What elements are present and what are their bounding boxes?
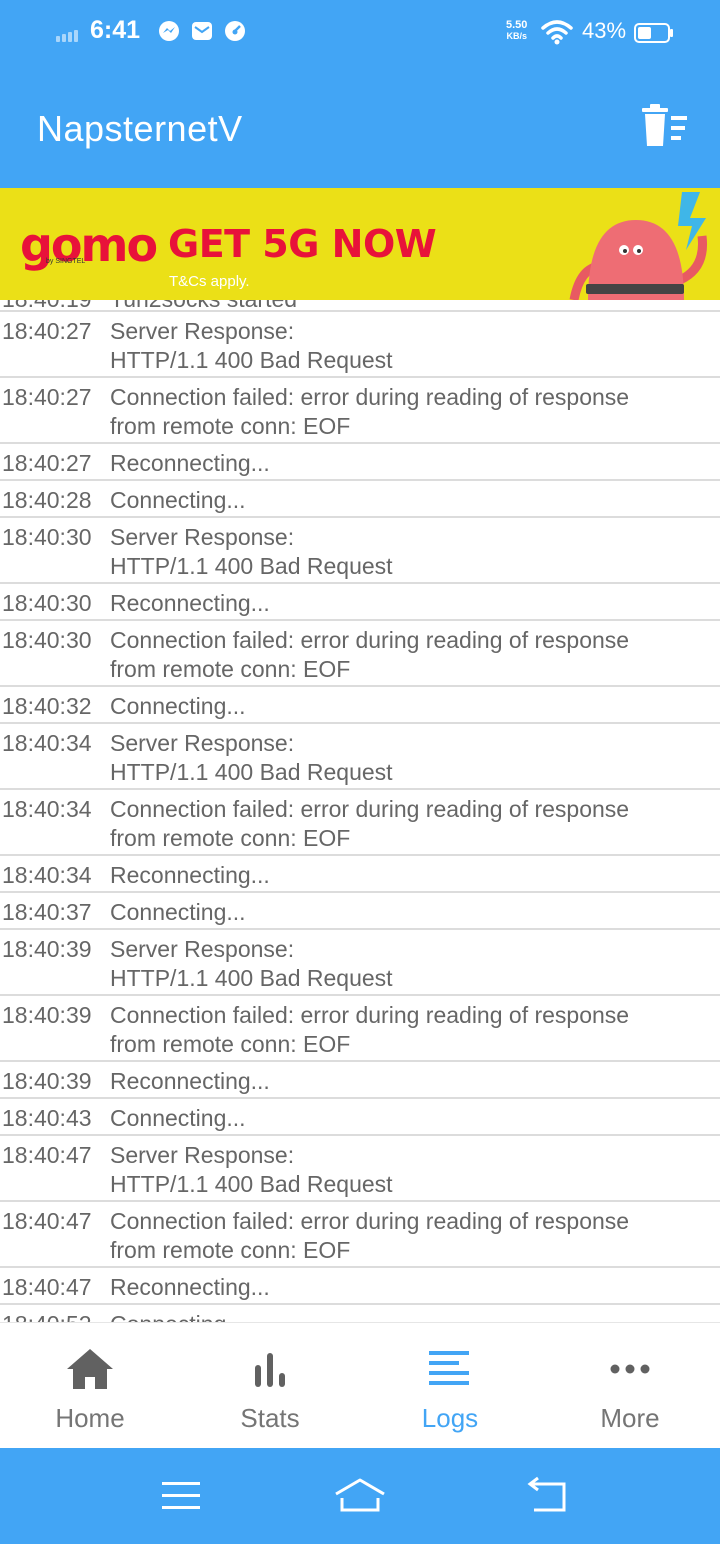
log-message: Server Response: HTTP/1.1 400 Bad Reques… — [110, 1142, 393, 1197]
messenger-icon — [159, 21, 179, 41]
nav-home[interactable]: Home — [0, 1323, 180, 1449]
log-time: 18:40:30 — [2, 590, 92, 616]
menu-icon[interactable] — [154, 1476, 210, 1516]
signal-icon — [56, 30, 78, 42]
log-row: 18:40:28 Connecting... — [0, 481, 720, 518]
log-message: Server Response: HTTP/1.1 400 Bad Reques… — [110, 936, 393, 991]
ad-terms: T&Cs apply. — [169, 273, 250, 290]
log-message: Reconnecting... — [110, 1068, 270, 1094]
log-message: Connecting... — [110, 1310, 720, 1322]
log-message: Connection failed: error during reading … — [110, 1002, 630, 1057]
ad-mascot-icon — [569, 192, 708, 300]
wifi-icon — [541, 20, 573, 45]
log-time: 18:40:47 — [2, 1274, 92, 1300]
trash-list-icon — [642, 104, 687, 146]
log-time: 18:40:30 — [2, 524, 92, 550]
log-message: Connecting... — [110, 1105, 246, 1131]
log-row: 18:40:34 Connection failed: error during … — [0, 790, 720, 856]
log-time: 18:40:39 — [2, 1068, 92, 1094]
log-row: 18:40:39 Server Response: HTTP/1.1 400 Ba… — [0, 930, 720, 996]
log-message: Reconnecting... — [110, 590, 270, 616]
battery-percent: 43% — [582, 18, 627, 43]
log-time: 18:40:34 — [2, 730, 92, 756]
log-time: 18:40:39 — [2, 1002, 92, 1028]
log-time: 18:40:30 — [2, 627, 92, 653]
nav-stats[interactable]: Stats — [180, 1323, 360, 1449]
clear-logs-button[interactable] — [638, 102, 694, 154]
log-time: 18:40:28 — [2, 487, 92, 513]
log-message: Connection failed: error during reading … — [110, 384, 630, 439]
log-row-partial: 18:40:19 Tun2socks started — [0, 300, 720, 312]
log-time: 18:40:27 — [2, 450, 92, 476]
log-time: 18:40:34 — [2, 862, 92, 888]
log-time: 18:40:27 — [2, 384, 92, 410]
bar-chart-icon — [255, 1353, 285, 1387]
home-button-icon[interactable] — [332, 1476, 388, 1516]
log-time: 18:40:47 — [2, 1142, 92, 1168]
log-message: Connection failed: error during reading … — [110, 1208, 630, 1263]
status-bar: 6:41 5.50 KB/s 43% — [0, 0, 720, 64]
ad-headline: GET 5G NOW — [168, 222, 437, 266]
log-message: Connecting... — [110, 693, 246, 719]
status-time: 6:41 — [90, 16, 141, 44]
network-speed: 5.50 KB/s — [506, 19, 528, 42]
log-message: Reconnecting... — [110, 862, 270, 888]
ad-logo: gomo — [20, 218, 158, 272]
log-row: 18:40:27 Reconnecting... — [0, 444, 720, 481]
home-icon — [67, 1349, 113, 1389]
log-message: Connecting... — [110, 487, 246, 513]
app-title: NapsternetV — [37, 108, 243, 149]
log-time: 18:40:52 — [2, 1310, 92, 1322]
log-time: 18:40:43 — [2, 1105, 92, 1131]
log-row: 18:40:30 Reconnecting... — [0, 584, 720, 621]
log-row: 18:40:30 Server Response: HTTP/1.1 400 Ba… — [0, 518, 720, 584]
log-time: 18:40:47 — [2, 1208, 92, 1234]
log-time: 18:40:27 — [2, 318, 92, 344]
log-time: 18:40:37 — [2, 899, 92, 925]
gauge-icon — [225, 21, 245, 41]
ad-logo-sub: by SINGTEL — [46, 258, 86, 265]
log-row: 18:40:47 Server Response: HTTP/1.1 400 Ba… — [0, 1136, 720, 1202]
log-row: 18:40:39 Connection failed: error during … — [0, 996, 720, 1062]
log-message: Server Response: HTTP/1.1 400 Bad Reques… — [110, 730, 393, 785]
log-message: Reconnecting... — [110, 1274, 270, 1300]
mail-icon — [192, 22, 212, 40]
log-message: Reconnecting... — [110, 450, 270, 476]
log-rows: 18:40:27 Server Response: HTTP/1.1 400 Ba… — [0, 312, 720, 1322]
log-message: Server Response: HTTP/1.1 400 Bad Reques… — [110, 524, 393, 579]
log-row: 18:40:30 Connection failed: error during … — [0, 621, 720, 687]
system-nav-bar — [0, 1448, 720, 1544]
log-time: 18:40:39 — [2, 936, 92, 962]
log-message: Connection failed: error during reading … — [110, 627, 630, 682]
log-row: 18:40:32 Connecting... — [0, 687, 720, 724]
log-row: 18:40:47 Connection failed: error during … — [0, 1202, 720, 1268]
log-message: Server Response: HTTP/1.1 400 Bad Reques… — [110, 318, 393, 373]
log-row: 18:40:34 Server Response: HTTP/1.1 400 Ba… — [0, 724, 720, 790]
log-list[interactable]: 18:40:19 Tun2socks started 18:40:27 Serve… — [0, 300, 720, 1322]
log-message: Connection failed: error during reading … — [110, 796, 630, 851]
more-dots-icon — [610, 1364, 650, 1374]
ad-banner[interactable]: gomo by SINGTEL GET 5G NOW T&Cs apply. — [0, 188, 720, 300]
log-row: 18:40:43 Connecting... — [0, 1099, 720, 1136]
log-row: 18:40:52 Connecting... — [0, 1305, 720, 1322]
log-row: 18:40:37 Connecting... — [0, 893, 720, 930]
log-time: 18:40:32 — [2, 693, 92, 719]
back-icon[interactable] — [520, 1476, 576, 1516]
bottom-nav: Home Stats Logs More — [0, 1322, 720, 1448]
log-time: 18:40:34 — [2, 796, 92, 822]
nav-more[interactable]: More — [540, 1323, 720, 1449]
log-row: 18:40:27 Server Response: HTTP/1.1 400 Ba… — [0, 312, 720, 378]
log-row: 18:40:34 Reconnecting... — [0, 856, 720, 893]
nav-logs[interactable]: Logs — [360, 1323, 540, 1449]
log-message: Connecting... — [110, 899, 246, 925]
log-row: 18:40:47 Reconnecting... — [0, 1268, 720, 1305]
list-lines-icon — [429, 1351, 469, 1385]
log-row: 18:40:27 Connection failed: error during … — [0, 378, 720, 444]
log-row: 18:40:39 Reconnecting... — [0, 1062, 720, 1099]
app-bar: NapsternetV — [0, 64, 720, 188]
battery-icon — [634, 23, 673, 43]
